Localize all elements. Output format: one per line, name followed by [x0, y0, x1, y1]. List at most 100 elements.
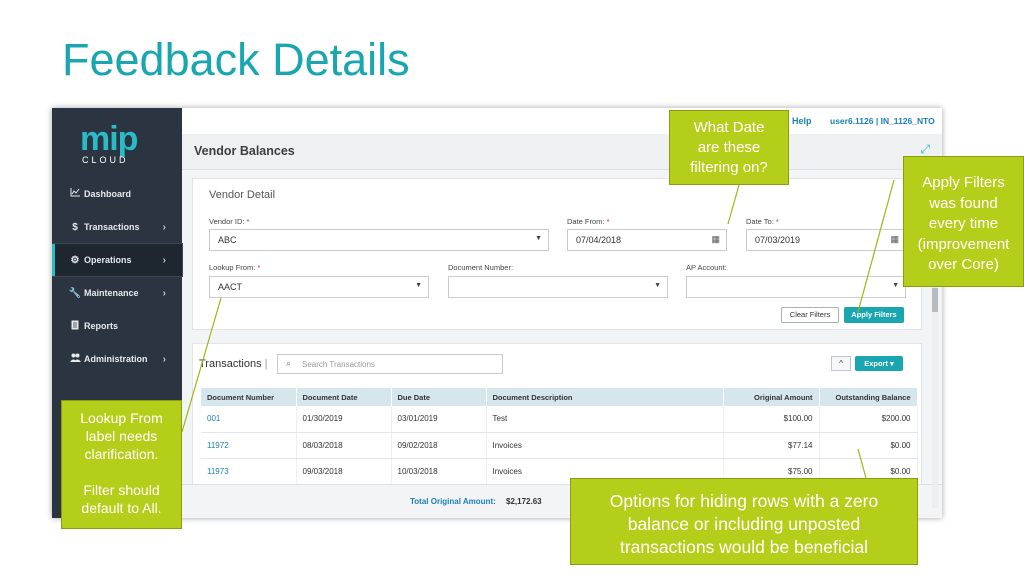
callout-line: Options for hiding rows with a zero — [609, 491, 879, 511]
document-number-link[interactable]: 001 — [201, 406, 297, 433]
caret-down-icon: ▼ — [892, 282, 899, 289]
sidebar-item-label: Reports — [84, 321, 119, 331]
lookup-from-select[interactable]: AACT ▼ — [209, 276, 429, 298]
date-from-field[interactable]: 07/04/2018 ▦ — [567, 229, 727, 251]
date-to-label: Date To: * — [746, 217, 779, 226]
sidebar-item-administration[interactable]: Administration › — [52, 343, 182, 375]
document-number-link[interactable]: 11973 — [201, 458, 297, 485]
export-button[interactable]: Export ▾ — [855, 356, 903, 371]
scrollbar-thumb[interactable] — [932, 288, 938, 312]
callout-line: clarification. — [84, 446, 159, 462]
caret-down-icon: ▼ — [535, 235, 542, 242]
column-header[interactable]: Due Date — [391, 388, 487, 406]
transactions-title: Transactions | — [199, 358, 268, 370]
callout-line: Lookup From — [80, 410, 163, 426]
caret-down-icon: ▼ — [415, 282, 422, 289]
column-header[interactable]: Outstanding Balance — [819, 388, 918, 406]
ap-account-select[interactable]: ▼ — [686, 276, 906, 298]
search-placeholder: Search Transactions — [302, 360, 375, 369]
callout-line: What Date — [693, 119, 765, 136]
calendar-icon[interactable]: ▦ — [890, 234, 899, 245]
calendar-icon[interactable]: ▦ — [711, 234, 720, 245]
apply-filters-button[interactable]: Apply Filters — [844, 307, 904, 323]
table-cell: 09/03/2018 — [296, 458, 392, 485]
vendor-id-label: Vendor ID: * — [209, 217, 250, 226]
date-to-field[interactable]: 07/03/2019 ▦ — [746, 229, 906, 251]
transactions-table: Document Number Document Date Due Date D… — [201, 388, 918, 485]
caret-down-icon: ▼ — [654, 282, 661, 289]
callout-line: filtering on? — [690, 159, 768, 176]
sidebar-item-label: Administration — [84, 354, 148, 364]
table-cell: 10/03/2018 — [391, 458, 487, 485]
sidebar-item-label: Transactions — [84, 222, 140, 232]
chart-icon — [68, 188, 82, 200]
column-header[interactable]: Document Date — [296, 388, 392, 406]
vendor-detail-title: Vendor Detail — [209, 189, 276, 201]
callout-spacer — [62, 463, 181, 481]
app-screenshot: mip CLOUD Dashboard $ Transactions › ⚙ O… — [52, 108, 942, 518]
top-bar: Help user6.1126 | IN_1126_NTO — [182, 108, 942, 134]
dollar-icon: $ — [72, 221, 78, 233]
wrench-icon: 🔧 — [68, 287, 82, 299]
logo-sub-text: CLOUD — [82, 155, 129, 165]
vendor-id-value: ABC — [218, 235, 237, 245]
search-transactions-input[interactable]: ⌕ Search Transactions — [277, 354, 503, 374]
lookup-from-label: Lookup From: * — [209, 263, 261, 272]
document-icon — [68, 320, 82, 333]
chevron-right-icon: › — [162, 353, 166, 365]
table-row[interactable]: 001 01/30/2019 03/01/2019 Test $100.00 $… — [201, 406, 918, 433]
callout-line: was found — [929, 194, 998, 212]
mip-cloud-logo[interactable]: mip CLOUD — [80, 120, 150, 165]
callout-line: every time — [928, 215, 999, 232]
sidebar-item-reports[interactable]: Reports — [52, 310, 182, 342]
callout-line: default to All. — [81, 500, 162, 516]
document-number-link[interactable]: 11972 — [201, 432, 297, 459]
date-from-label: Date From: * — [567, 217, 610, 226]
document-number-label: Document Number: — [448, 263, 514, 272]
callout-line: (improvement — [917, 235, 1010, 253]
total-original-amount-label: Total Original Amount: — [410, 497, 496, 506]
column-header[interactable]: Document Description — [486, 388, 724, 406]
vendor-detail-panel: Vendor Detail Vendor ID: * ABC ▼ Date Fr… — [192, 178, 922, 330]
users-icon — [68, 353, 82, 365]
sidebar-item-label: Dashboard — [84, 189, 132, 199]
logo-main-text: mip — [80, 120, 138, 158]
callout-lookup-from: Lookup From label needs clarification. F… — [61, 400, 182, 529]
help-link[interactable]: Help — [792, 116, 812, 126]
page-header: Vendor Balances ⤢ — [182, 134, 942, 170]
document-number-select[interactable]: ▼ — [448, 276, 668, 298]
table-header-row: Document Number Document Date Due Date D… — [201, 388, 918, 406]
user-account-link[interactable]: user6.1126 | IN_1126_NTO — [830, 116, 935, 126]
callout-date-question: What Date are these filtering on? — [669, 110, 789, 185]
callout-apply-filters: Apply Filters was found every time (impr… — [903, 156, 1024, 287]
scrollbar-track[interactable] — [932, 248, 938, 508]
search-icon: ⌕ — [286, 358, 292, 368]
sidebar-item-maintenance[interactable]: 🔧 Maintenance › — [52, 277, 182, 309]
expand-icon[interactable]: ⤢ — [920, 142, 930, 157]
chevron-right-icon: › — [162, 254, 166, 266]
sidebar-item-dashboard[interactable]: Dashboard — [52, 178, 182, 210]
sidebar-item-operations[interactable]: ⚙ Operations › — [52, 243, 183, 277]
sidebar-item-transactions[interactable]: $ Transactions › — [52, 211, 182, 243]
table-cell: $77.14 — [723, 432, 820, 459]
callout-hide-rows-options: Options for hiding rows with a zero bala… — [570, 478, 918, 565]
column-header[interactable]: Original Amount — [723, 388, 820, 406]
total-original-amount-value: $2,172.63 — [506, 497, 542, 506]
clear-filters-button[interactable]: Clear Filters — [781, 307, 839, 323]
table-cell: 01/30/2019 — [296, 406, 392, 433]
collapse-button[interactable]: ^ — [831, 356, 851, 371]
table-cell: $0.00 — [819, 432, 918, 459]
vendor-id-select[interactable]: ABC ▼ — [209, 229, 549, 251]
callout-line: Apply Filters — [922, 174, 1005, 191]
table-cell: $200.00 — [819, 406, 918, 433]
table-cell: Test — [486, 406, 724, 433]
table-cell: 08/03/2018 — [296, 432, 392, 459]
column-header[interactable]: Document Number — [201, 388, 297, 406]
table-row[interactable]: 11972 08/03/2018 09/02/2018 Invoices $77… — [201, 432, 918, 459]
callout-line: over Core) — [928, 256, 999, 273]
callout-line: Filter should — [83, 482, 160, 498]
sidebar-item-label: Operations — [84, 255, 132, 265]
lookup-from-value: AACT — [218, 282, 243, 292]
callout-line: label needs — [85, 428, 158, 444]
gears-icon: ⚙ — [70, 254, 80, 266]
